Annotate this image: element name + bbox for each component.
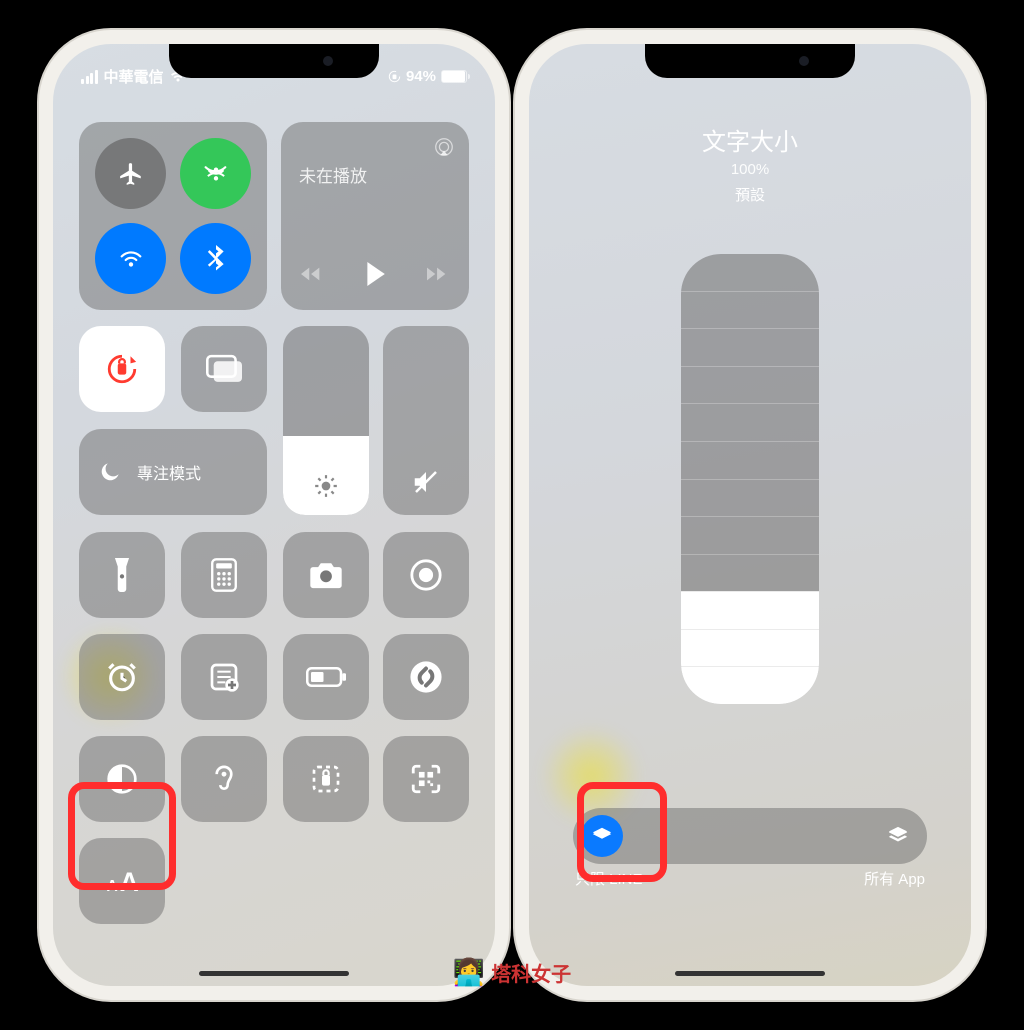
text-size-default-label: 預設 bbox=[529, 184, 971, 205]
text-size-slider[interactable] bbox=[681, 254, 819, 704]
focus-label: 專注模式 bbox=[137, 460, 201, 484]
lock-rotation-status-icon bbox=[388, 70, 401, 83]
scope-toggle: 只限 LINE 所有 App bbox=[573, 808, 927, 896]
battery-percent: 94% bbox=[406, 68, 436, 85]
watermark-text: 塔科女子 bbox=[491, 958, 571, 987]
brightness-slider[interactable] bbox=[283, 326, 369, 515]
scope-only-label: 只限 LINE bbox=[575, 868, 643, 889]
layers-all-icon bbox=[887, 825, 909, 847]
low-power-mode-toggle[interactable] bbox=[283, 634, 369, 720]
watermark-avatar-icon: 👩‍💻 bbox=[453, 957, 485, 988]
focus-mode-button[interactable]: 專注模式 bbox=[79, 429, 267, 515]
carrier-label: 中華電信 bbox=[104, 66, 164, 87]
screen-mirroring-button[interactable] bbox=[181, 326, 267, 412]
control-center: 未在播放 專注模式 bbox=[79, 122, 469, 956]
volume-slider[interactable] bbox=[383, 326, 469, 515]
qr-scan-button[interactable] bbox=[383, 736, 469, 822]
connectivity-group[interactable] bbox=[79, 122, 267, 310]
scope-all-label: 所有 App bbox=[864, 868, 925, 889]
notch bbox=[645, 44, 855, 78]
bluetooth-toggle[interactable] bbox=[180, 223, 251, 294]
watermark: 👩‍💻 塔科女子 bbox=[453, 957, 571, 988]
signal-icon bbox=[81, 70, 98, 84]
screen-left: 中華電信 94% bbox=[53, 44, 495, 986]
moon-icon bbox=[97, 459, 123, 485]
screen-right: 文字大小 100% 預設 只限 LINE 所有 App bbox=[529, 44, 971, 986]
text-size-title: 文字大小 bbox=[529, 122, 971, 157]
camera-button[interactable] bbox=[283, 532, 369, 618]
media-title: 未在播放 bbox=[299, 162, 451, 187]
cellular-data-toggle[interactable] bbox=[180, 138, 251, 209]
next-track-icon[interactable] bbox=[427, 265, 449, 283]
svg-text:A: A bbox=[120, 867, 139, 897]
airplay-icon[interactable] bbox=[433, 136, 455, 158]
phone-frame-right: 文字大小 100% 預設 只限 LINE 所有 App bbox=[515, 30, 985, 1000]
media-controls[interactable]: 未在播放 bbox=[281, 122, 469, 310]
hearing-button[interactable] bbox=[181, 736, 267, 822]
screen-record-button[interactable] bbox=[383, 532, 469, 618]
scope-only-app-button[interactable] bbox=[581, 815, 623, 857]
quick-note-button[interactable] bbox=[181, 634, 267, 720]
home-indicator[interactable] bbox=[199, 971, 349, 976]
shazam-button[interactable] bbox=[383, 634, 469, 720]
text-size-percent: 100% bbox=[529, 161, 971, 178]
dark-mode-toggle[interactable] bbox=[79, 736, 165, 822]
flashlight-button[interactable] bbox=[79, 532, 165, 618]
phone-frame-left: 中華電信 94% bbox=[39, 30, 509, 1000]
battery-icon bbox=[441, 70, 467, 83]
airplane-mode-toggle[interactable] bbox=[95, 138, 166, 209]
sun-icon bbox=[313, 473, 339, 499]
text-size-header: 文字大小 100% 預設 bbox=[529, 122, 971, 205]
scope-all-apps-button[interactable] bbox=[877, 815, 919, 857]
wifi-toggle[interactable] bbox=[95, 223, 166, 294]
text-size-button[interactable]: AA bbox=[79, 838, 165, 924]
calculator-button[interactable] bbox=[181, 532, 267, 618]
home-indicator[interactable] bbox=[675, 971, 825, 976]
layers-single-icon bbox=[591, 825, 613, 847]
notch bbox=[169, 44, 379, 78]
prev-track-icon[interactable] bbox=[301, 265, 323, 283]
alarm-button[interactable] bbox=[79, 634, 165, 720]
mute-icon bbox=[411, 467, 441, 497]
play-icon[interactable] bbox=[364, 262, 386, 286]
scope-track[interactable] bbox=[573, 808, 927, 864]
guided-access-button[interactable] bbox=[283, 736, 369, 822]
svg-text:A: A bbox=[107, 878, 118, 895]
rotation-lock-toggle[interactable] bbox=[79, 326, 165, 412]
